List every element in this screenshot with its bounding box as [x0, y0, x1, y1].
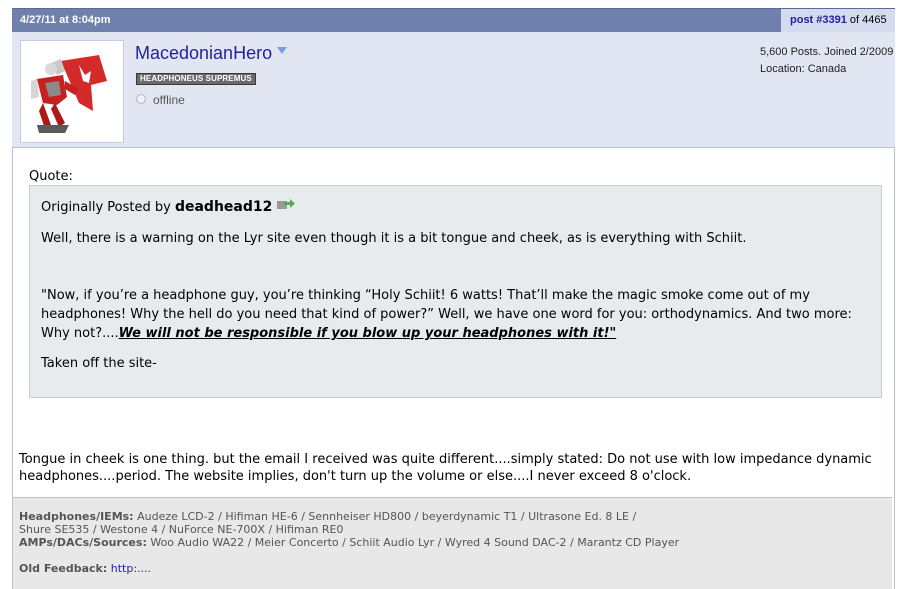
signature-headphones-cont: Shure SE535 / Westone 4 / NuForce NE-700…: [19, 523, 344, 536]
post-body: Tongue in cheek is one thing. but the em…: [19, 452, 872, 484]
quote-by-prefix: Originally Posted by: [41, 200, 175, 215]
chevron-down-icon[interactable]: [277, 47, 287, 54]
quote-warning: We will not be responsible if you blow u…: [118, 326, 617, 341]
quote-paragraph-3: Taken off the site-: [41, 356, 157, 371]
post-number: post #3391 of 4465: [790, 14, 887, 26]
signature-amps-value: Woo Audio WA22 / Meier Concerto / Schiit…: [146, 536, 680, 549]
feedback-link[interactable]: http:....: [111, 562, 151, 575]
signature-amps: AMPs/DACs/Sources: Woo Audio WA22 / Meie…: [19, 536, 679, 549]
quote-author: deadhead12: [174, 199, 273, 215]
quote-block: Originally Posted by deadhead12 Well, th…: [29, 185, 882, 398]
signature-feedback: Old Feedback: http:....: [19, 562, 151, 575]
post-date: 4/27/11 at 8:04pm: [20, 14, 111, 26]
signature: Headphones/IEMs: Audeze LCD-2 / Hifiman …: [13, 497, 892, 589]
user-info-row: MacedonianHero HEADPHONEUS SUPREMUS offl…: [12, 32, 895, 148]
signature-amps-label: AMPs/DACs/Sources:: [19, 536, 147, 549]
post-number-link[interactable]: post #3391: [790, 14, 847, 26]
quote-label: Quote:: [29, 169, 73, 184]
user-title-badge: HEADPHONEUS SUPREMUS: [136, 73, 256, 85]
offline-status-icon: [136, 94, 146, 104]
signature-headphones-value: Audeze LCD-2 / Hifiman HE-6 / Sennheiser…: [133, 510, 637, 523]
user-post-count: 5,600 Posts. Joined 2/2009: [760, 46, 894, 58]
quote-paragraph-2: "Now, if you’re a headphone guy, you’re …: [41, 286, 871, 343]
username-link[interactable]: MacedonianHero: [135, 43, 272, 64]
post-total: of 4465: [846, 14, 887, 26]
quote-paragraph-1: Well, there is a warning on the Lyr site…: [41, 231, 747, 246]
signature-feedback-label: Old Feedback:: [19, 562, 108, 575]
signature-headphones-label: Headphones/IEMs:: [19, 510, 134, 523]
user-location: Location: Canada: [760, 63, 847, 75]
post-number-box: post #3391 of 4465: [781, 9, 895, 32]
avatar-image: [21, 41, 123, 142]
signature-headphones: Headphones/IEMs: Audeze LCD-2 / Hifiman …: [19, 510, 636, 523]
view-post-icon[interactable]: [276, 197, 296, 211]
post-header: 4/27/11 at 8:04pm post #3391 of 4465: [12, 8, 895, 32]
avatar[interactable]: [20, 40, 124, 143]
user-status: offline: [153, 93, 185, 107]
quote-attribution: Originally Posted by deadhead12: [41, 199, 272, 215]
user-stats: 5,600 Posts. Joined 2/2009 Location: Can…: [760, 44, 893, 78]
